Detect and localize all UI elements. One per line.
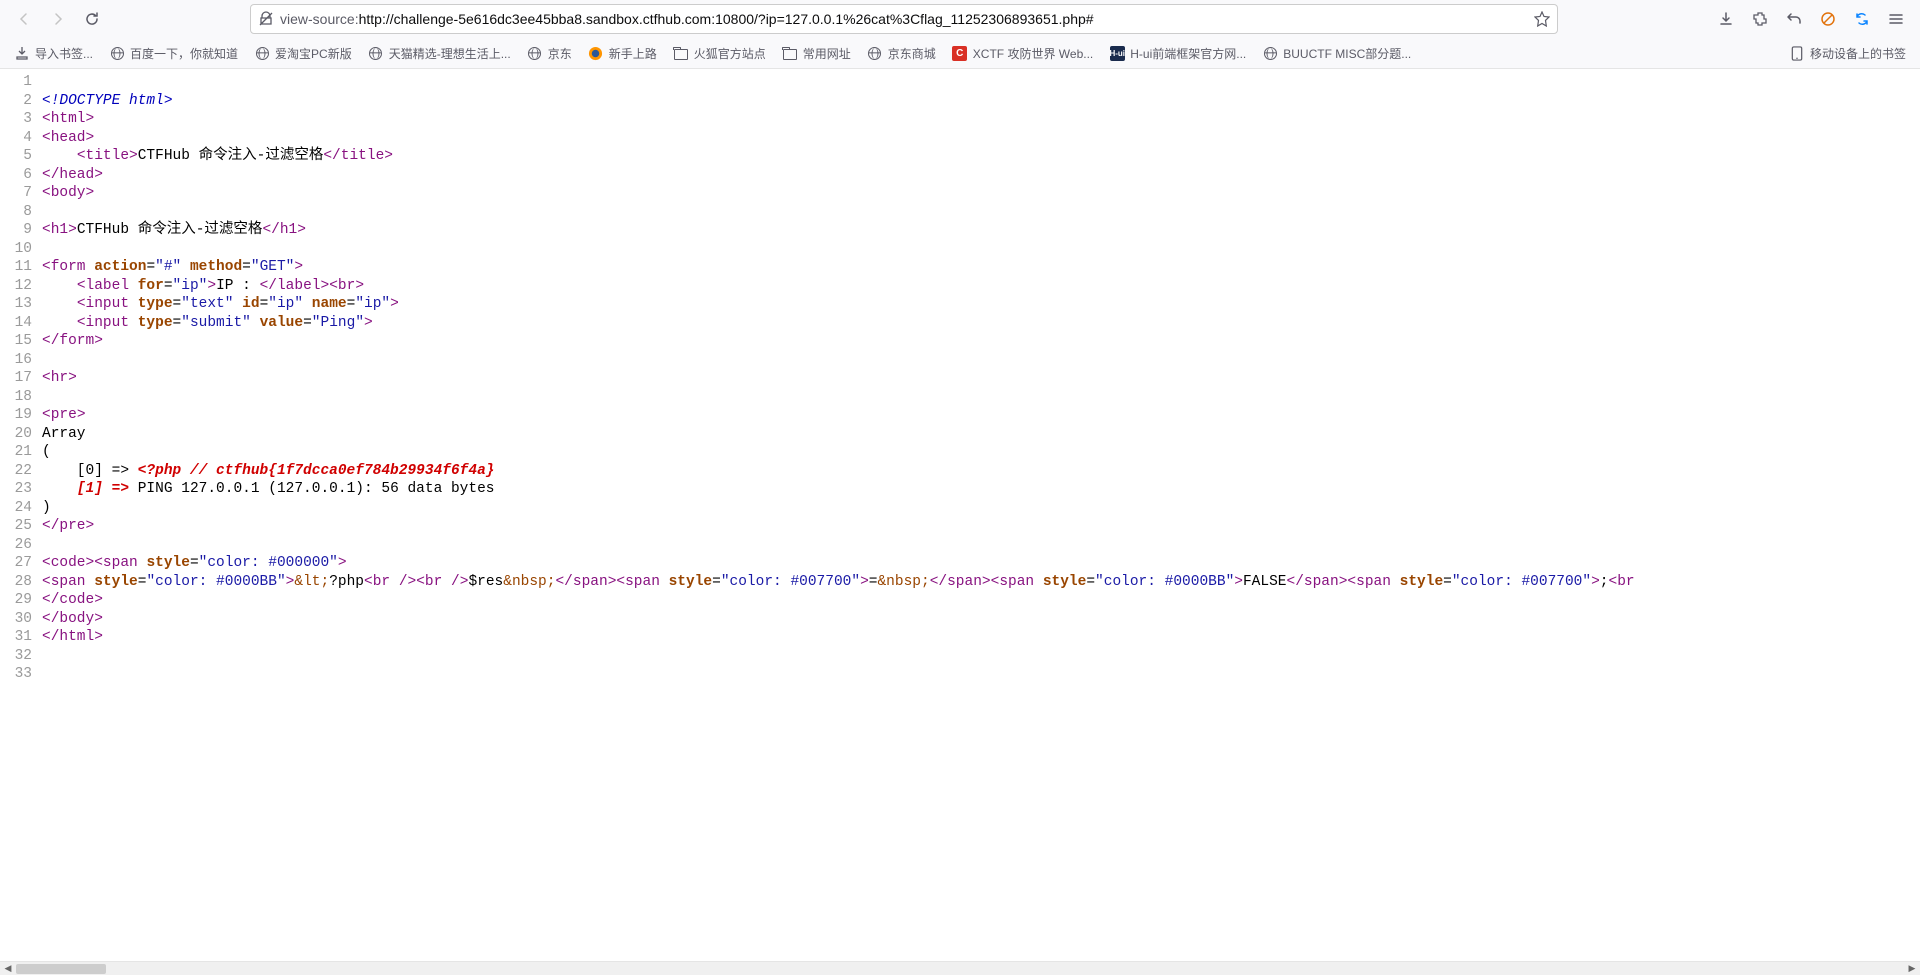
line-number: 32 — [0, 647, 42, 666]
firefox-icon — [588, 45, 604, 61]
bookmark-import[interactable]: 导入书签... — [8, 41, 99, 66]
insecure-icon — [258, 11, 274, 27]
bookmark-tmall[interactable]: 天猫精选-理想生活上... — [362, 41, 517, 66]
line-number: 3 — [0, 110, 42, 129]
undo-arrow-icon[interactable] — [1778, 3, 1810, 35]
scroll-left-button[interactable]: ◀ — [0, 962, 16, 976]
bookmark-jd[interactable]: 京东 — [521, 41, 578, 66]
bookmark-hui[interactable]: H-uiH-ui前端框架官方网... — [1103, 41, 1252, 66]
line-number: 4 — [0, 129, 42, 148]
scroll-right-button[interactable]: ▶ — [1904, 962, 1920, 976]
line-number: 25 — [0, 517, 42, 536]
line-number: 8 — [0, 203, 42, 222]
line-number: 30 — [0, 610, 42, 629]
line-number: 15 — [0, 332, 42, 351]
scroll-thumb[interactable] — [16, 964, 106, 974]
globe-icon — [867, 45, 883, 61]
menu-icon[interactable] — [1880, 3, 1912, 35]
globe-icon — [254, 45, 270, 61]
line-number: 33 — [0, 665, 42, 684]
folder-icon — [673, 45, 689, 61]
line-number: 19 — [0, 406, 42, 425]
bookmark-common[interactable]: 常用网址 — [776, 41, 857, 66]
line-number: 17 — [0, 369, 42, 388]
line-number: 12 — [0, 277, 42, 296]
line-number: 11 — [0, 258, 42, 277]
line-number: 24 — [0, 499, 42, 518]
blocker-icon[interactable] — [1812, 3, 1844, 35]
line-number: 21 — [0, 443, 42, 462]
folder-icon — [782, 45, 798, 61]
source-view[interactable]: 1 2<!DOCTYPE html> 3<html> 4<head> 5 <ti… — [0, 69, 1920, 961]
line-number: 29 — [0, 591, 42, 610]
bookmark-mobile[interactable]: 移动设备上的书签 — [1783, 41, 1912, 66]
line-number: 26 — [0, 536, 42, 555]
line-number: 13 — [0, 295, 42, 314]
horizontal-scrollbar[interactable]: ◀ ▶ — [0, 961, 1920, 975]
line-number: 1 — [0, 73, 42, 92]
bookmark-star-icon[interactable] — [1534, 11, 1550, 27]
line-number: 16 — [0, 351, 42, 370]
globe-icon — [368, 45, 384, 61]
bookmarks-bar: 导入书签... 百度一下，你就知道 爱淘宝PC新版 天猫精选-理想生活上... … — [0, 38, 1920, 68]
bookmark-buuctf[interactable]: BUUCTF MISC部分题... — [1256, 41, 1417, 66]
line-number: 10 — [0, 240, 42, 259]
downloads-icon[interactable] — [1710, 3, 1742, 35]
line-number: 9 — [0, 221, 42, 240]
url-bar[interactable]: view-source:http://challenge-5e616dc3ee4… — [250, 4, 1558, 34]
globe-icon — [527, 45, 543, 61]
line-number: 22 — [0, 462, 42, 481]
line-number: 6 — [0, 166, 42, 185]
line-number: 31 — [0, 628, 42, 647]
bookmark-getting-started[interactable]: 新手上路 — [582, 41, 663, 66]
xctf-icon: C — [952, 45, 968, 61]
reload-button[interactable] — [76, 3, 108, 35]
line-number: 7 — [0, 184, 42, 203]
url-text: view-source:http://challenge-5e616dc3ee4… — [280, 11, 1528, 27]
sync-icon[interactable] — [1846, 3, 1878, 35]
line-number: 18 — [0, 388, 42, 407]
bookmark-baidu[interactable]: 百度一下，你就知道 — [103, 41, 244, 66]
line-number: 5 — [0, 147, 42, 166]
line-number: 2 — [0, 92, 42, 111]
bookmark-firefox-sites[interactable]: 火狐官方站点 — [667, 41, 772, 66]
bookmark-xctf[interactable]: CXCTF 攻防世界 Web... — [946, 41, 1099, 66]
line-number: 27 — [0, 554, 42, 573]
globe-icon — [1262, 45, 1278, 61]
line-number: 14 — [0, 314, 42, 333]
import-icon — [14, 45, 30, 61]
globe-icon — [109, 45, 125, 61]
back-button[interactable] — [8, 3, 40, 35]
line-number: 23 — [0, 480, 42, 499]
bookmark-aitaobao[interactable]: 爱淘宝PC新版 — [248, 41, 358, 66]
bookmark-jdmall[interactable]: 京东商城 — [861, 41, 942, 66]
line-number: 28 — [0, 573, 42, 592]
extension-icon[interactable] — [1744, 3, 1776, 35]
mobile-icon — [1789, 45, 1805, 61]
forward-button[interactable] — [42, 3, 74, 35]
line-number: 20 — [0, 425, 42, 444]
hui-icon: H-ui — [1109, 45, 1125, 61]
browser-toolbar: view-source:http://challenge-5e616dc3ee4… — [0, 0, 1920, 38]
